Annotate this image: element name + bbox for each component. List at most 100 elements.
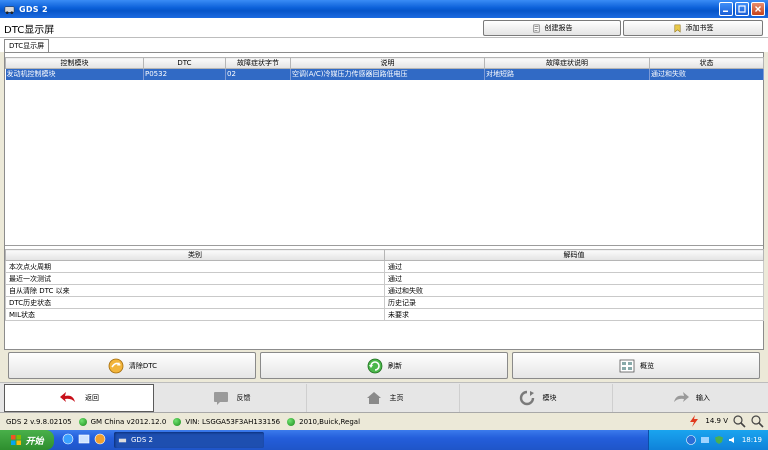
show-desktop-icon[interactable]	[78, 433, 90, 445]
tab-strip: DTC显示屏	[0, 38, 768, 52]
system-tray: 18:19	[648, 430, 768, 450]
col-header-symptom-description[interactable]: 故障症状说明	[484, 57, 650, 69]
dtc-cell-code: P0532	[143, 68, 226, 80]
add-bookmark-label: 添加书签	[685, 24, 714, 32]
nav-back-button[interactable]: 返回	[4, 384, 154, 412]
start-button[interactable]: 开始	[0, 430, 54, 450]
home-icon	[366, 392, 381, 404]
close-icon	[755, 6, 761, 12]
create-report-label: 创建报告	[544, 24, 573, 32]
start-label: 开始	[25, 436, 44, 447]
clear-dtc-icon	[108, 358, 124, 373]
dtc-row[interactable]: 发动机控制模块 P0532 02 空调(A/C)冷媒压力传感器回路低电压 对地短…	[5, 68, 764, 80]
info-category: 自从清除 DTC 以来	[5, 284, 385, 297]
minimize-button[interactable]	[719, 2, 733, 16]
windows-logo-icon	[11, 435, 22, 445]
bookmark-icon	[674, 24, 680, 33]
dtc-cell-module: 发动机控制模块	[5, 68, 144, 80]
create-report-button[interactable]: 创建报告	[483, 20, 621, 36]
nav-input-label: 输入	[696, 394, 710, 402]
close-button[interactable]	[751, 2, 765, 16]
overview-label: 概览	[640, 361, 654, 370]
network-icon[interactable]	[700, 435, 710, 445]
os-taskbar: 开始 GDS 2 18:19	[0, 430, 768, 450]
overview-button[interactable]: 概览	[512, 352, 760, 379]
page-title: DTC显示屏	[4, 25, 55, 36]
clock: 18:19	[741, 436, 762, 444]
info-category: 本次点火周期	[5, 260, 385, 273]
tab-dtc-display[interactable]: DTC显示屏	[4, 39, 50, 52]
bottom-navbar: 返回 反馈 主页 模块 输入	[0, 382, 768, 412]
window-titlebar[interactable]: GDS 2	[0, 0, 768, 18]
info-category: MIL状态	[5, 308, 385, 321]
add-bookmark-button[interactable]: 添加书签	[623, 20, 763, 36]
status-bar: GDS 2 v.9.8.02105 GM China v2012.12.0 VI…	[0, 412, 768, 430]
status-ok-icon	[78, 417, 87, 426]
nav-home-label: 主页	[389, 394, 404, 402]
table-row[interactable]: 自从清除 DTC 以来 通过和失败	[5, 284, 764, 297]
nav-feedback-button[interactable]: 反馈	[155, 384, 307, 412]
maximize-icon	[738, 5, 746, 13]
table-row[interactable]: MIL状态 未要求	[5, 308, 764, 321]
table-row[interactable]: 最近一次测试 通过	[5, 272, 764, 285]
panel-divider[interactable]	[5, 245, 763, 246]
table-row[interactable]: 本次点火周期 通过	[5, 260, 764, 273]
window-title: GDS 2	[19, 4, 48, 14]
quick-launch	[62, 433, 106, 445]
status-version: GDS 2 v.9.8.02105	[6, 417, 72, 426]
nav-input-button[interactable]: 输入	[614, 384, 766, 412]
gds-app-icon	[4, 5, 15, 14]
status-vin: VIN: LSGGA53F3AH133156	[185, 417, 281, 426]
help-icon[interactable]	[686, 435, 696, 445]
voltage-bolt-icon	[690, 415, 699, 427]
shield-icon[interactable]	[714, 435, 724, 445]
maximize-button[interactable]	[735, 2, 749, 16]
col-header-symptom-byte[interactable]: 故障症状字节	[225, 57, 291, 69]
status-ok-icon	[287, 417, 296, 426]
nav-module-button[interactable]: 模块	[461, 384, 613, 412]
col-header-module[interactable]: 控制模块	[5, 57, 144, 69]
dtc-cell-description: 空调(A/C)冷媒压力传感器回路低电压	[290, 68, 485, 80]
feedback-icon	[213, 392, 228, 405]
info-category: DTC历史状态	[5, 296, 385, 309]
dtc-cell-symptom-description: 对地短路	[484, 68, 650, 80]
zoom-in-icon[interactable]	[732, 414, 746, 428]
table-row[interactable]: DTC历史状态 历史记录	[5, 296, 764, 309]
info-value: 通过	[384, 272, 764, 285]
taskbar-item-label: GDS 2	[131, 436, 153, 444]
report-icon	[532, 24, 540, 32]
refresh-label: 刷新	[388, 361, 402, 370]
dtc-cell-symptom-byte: 02	[225, 68, 291, 80]
info-value: 历史记录	[384, 296, 764, 309]
status-gm-china: GM China v2012.12.0	[90, 417, 167, 426]
col-header-description[interactable]: 说明	[290, 57, 485, 69]
overview-icon	[619, 359, 635, 372]
forward-arrow-icon	[674, 392, 689, 402]
media-icon[interactable]	[94, 433, 106, 445]
info-value: 通过和失败	[384, 284, 764, 297]
col-header-status[interactable]: 状态	[649, 57, 764, 69]
nav-home-button[interactable]: 主页	[308, 384, 460, 412]
volume-icon[interactable]	[728, 435, 738, 445]
clear-dtc-button[interactable]: 清除DTC	[8, 352, 256, 379]
info-value: 通过	[384, 260, 764, 273]
gds-task-icon	[118, 438, 127, 442]
col-header-category[interactable]: 类别	[5, 249, 385, 261]
refresh-button[interactable]: 刷新	[260, 352, 508, 379]
status-voltage: 14.9 V	[705, 417, 728, 425]
dtc-panel: 控制模块 DTC 故障症状字节 说明 故障症状说明 状态 发动机控制模块 P05…	[4, 52, 764, 350]
zoom-out-icon[interactable]	[750, 414, 764, 428]
module-refresh-icon	[519, 390, 534, 406]
app-header: DTC显示屏 创建报告 添加书签	[0, 18, 768, 38]
col-header-dtc[interactable]: DTC	[143, 57, 226, 69]
nav-feedback-label: 反馈	[236, 394, 251, 402]
status-info-table: 类别 解码值 本次点火周期 通过 最近一次测试 通过 自从清除 DTC 以来 通…	[5, 249, 764, 321]
status-ok-icon	[173, 417, 182, 426]
refresh-icon	[367, 358, 383, 373]
taskbar-item-gds2[interactable]: GDS 2	[114, 432, 264, 448]
minimize-icon	[723, 10, 728, 12]
col-header-decoded-value[interactable]: 解码值	[384, 249, 764, 261]
status-vehicle: 2010,Buick,Regal	[299, 417, 361, 426]
nav-module-label: 模块	[542, 394, 557, 402]
browser-icon[interactable]	[62, 433, 74, 445]
